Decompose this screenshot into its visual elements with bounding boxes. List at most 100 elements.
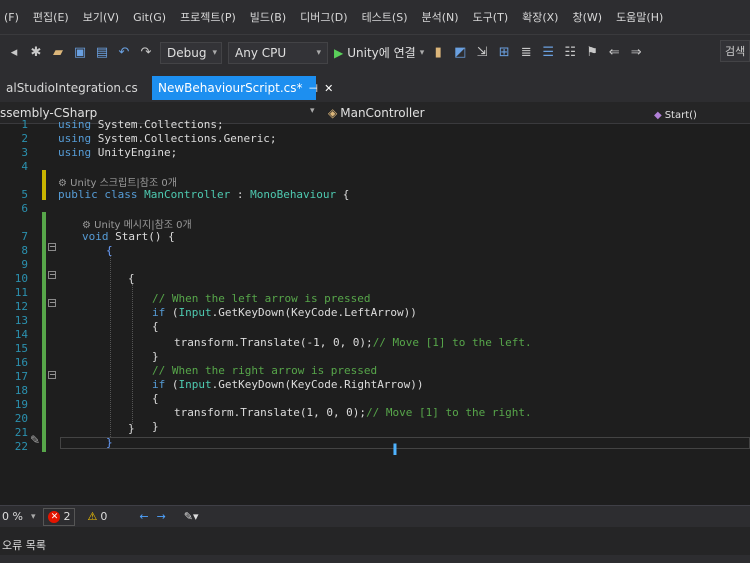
- nav-forward-icon[interactable]: →: [157, 510, 166, 523]
- menu-item[interactable]: 빌드(B): [250, 9, 286, 25]
- search-box[interactable]: 검색: [720, 40, 750, 62]
- keyword: if: [152, 306, 166, 319]
- class-dropdown[interactable]: ◈ ManController: [328, 104, 425, 122]
- hot-reload-icon[interactable]: ◩: [452, 45, 468, 61]
- code-text: (: [165, 306, 179, 319]
- menu-item[interactable]: 도움말(H): [616, 9, 663, 25]
- comment-icon[interactable]: ☰: [540, 45, 556, 61]
- tab-label: alStudioIntegration.cs: [6, 81, 138, 95]
- line-number: 13: [14, 314, 28, 327]
- colon: :: [230, 188, 251, 201]
- keyword: using: [58, 146, 92, 159]
- save-all-icon[interactable]: ▤: [94, 45, 110, 61]
- member-dropdown[interactable]: ◆ Start(): [654, 106, 697, 124]
- line-number: 3: [21, 146, 28, 159]
- undo-icon[interactable]: ↶: [116, 45, 132, 61]
- menu-item[interactable]: 도구(T): [473, 9, 509, 25]
- brace: {: [152, 320, 159, 333]
- keyword: if: [152, 378, 166, 391]
- brace: }: [152, 350, 159, 363]
- fold-toggle[interactable]: −: [48, 371, 56, 379]
- nav-back-icon[interactable]: ←: [139, 510, 148, 523]
- keyword: public: [58, 188, 98, 201]
- bookmark-icon[interactable]: ⚑: [584, 45, 600, 61]
- editor-status-bar: 0 % ▾ ✕ 2 ⚠ 0 ← → ✎▾: [0, 505, 750, 527]
- code-line-19: {: [152, 392, 159, 405]
- brace: }: [152, 420, 159, 433]
- tab-new-behaviour-script[interactable]: NewBehaviourScript.cs* ⊣ ✕: [152, 76, 333, 100]
- code-line-16: }: [152, 350, 159, 363]
- menu-item[interactable]: 보기(V): [83, 9, 119, 25]
- quick-action-icon[interactable]: ✎: [30, 433, 40, 447]
- change-marker: [42, 170, 46, 200]
- chevron-down-icon: ▾: [212, 47, 217, 58]
- close-icon[interactable]: ✕: [324, 82, 333, 95]
- code-line-21b: }: [128, 422, 135, 435]
- line-number: 10: [14, 272, 28, 285]
- warning-count: 0: [100, 510, 108, 523]
- error-icon: ✕: [48, 510, 61, 523]
- search-label: 검색: [725, 45, 746, 58]
- menu-item[interactable]: 테스트(S): [362, 9, 408, 25]
- code-line-20: transform.Translate(1, 0, 0);// Move [1]…: [174, 406, 532, 419]
- menu-item[interactable]: 분석(N): [422, 9, 459, 25]
- bookmark-prev-icon[interactable]: ⇐: [606, 45, 622, 61]
- brace: }: [128, 422, 135, 435]
- solution-explorer-icon[interactable]: ⊞: [496, 45, 512, 61]
- code-line-8: {: [106, 244, 113, 257]
- menu-item[interactable]: 디버그(D): [300, 9, 347, 25]
- error-count-badge[interactable]: ✕ 2: [43, 507, 76, 526]
- code-line-15: transform.Translate(-1, 0, 0);// Move [1…: [174, 336, 532, 349]
- menu-item[interactable]: 프로젝트(P): [180, 9, 236, 25]
- change-marker: [42, 212, 46, 452]
- fold-toggle[interactable]: −: [48, 271, 56, 279]
- uncomment-icon[interactable]: ☷: [562, 45, 578, 61]
- pin-icon[interactable]: ⊣: [309, 82, 319, 95]
- step-icon[interactable]: ⇲: [474, 45, 490, 61]
- comment: // When the right arrow is pressed: [152, 364, 378, 377]
- brace: {: [128, 272, 135, 285]
- tab-studio-integration[interactable]: alStudioIntegration.cs: [0, 76, 144, 100]
- comment: // Move [1] to the left.: [372, 336, 532, 349]
- tab-label: NewBehaviourScript.cs*: [158, 81, 303, 95]
- code-line-13: if (Input.GetKeyDown(KeyCode.LeftArrow)): [152, 306, 417, 319]
- config-value: Debug: [167, 45, 207, 60]
- platform-select[interactable]: Any CPU ▾: [228, 41, 328, 64]
- menu-item[interactable]: 창(W): [572, 9, 602, 25]
- nav-back-icon[interactable]: ◂: [6, 45, 22, 61]
- menu-item[interactable]: 편집(E): [33, 9, 69, 25]
- menu-item[interactable]: Git(G): [133, 11, 166, 24]
- new-project-icon[interactable]: ✱: [28, 45, 44, 61]
- config-select[interactable]: Debug ▾: [160, 41, 222, 64]
- code-editor[interactable]: 1 2 3 4 5 6 7 8 9 10 11 12 13 14 15 16 17 18 19 20 21 22 − − …: [0, 118, 750, 505]
- line-number: 8: [21, 244, 28, 257]
- code-line-5: public class ManController : MonoBehavio…: [58, 188, 349, 201]
- chevron-down-icon: ▾: [316, 47, 321, 58]
- menu-item[interactable]: (F): [4, 11, 19, 24]
- warning-count-badge[interactable]: ⚠ 0: [83, 509, 111, 525]
- redo-icon[interactable]: ↷: [138, 45, 154, 61]
- format-icon[interactable]: ≣: [518, 45, 534, 61]
- zoom-level[interactable]: 0 %: [2, 510, 23, 523]
- fold-toggle[interactable]: −: [48, 299, 56, 307]
- fold-toggle[interactable]: −: [48, 243, 56, 251]
- play-icon: ▶: [334, 45, 344, 60]
- menu-item[interactable]: 확장(X): [522, 9, 558, 25]
- document-tabs: alStudioIntegration.cs NewBehaviourScrip…: [0, 70, 750, 102]
- base-class: MonoBehaviour: [250, 188, 337, 201]
- codelens-method[interactable]: ⚙ Unity 메시지|참조 0개: [82, 216, 192, 231]
- quick-action-icon[interactable]: ✎▾: [184, 510, 199, 523]
- line-number: 17: [14, 370, 28, 383]
- class-name: Input: [178, 306, 212, 319]
- codelens-class[interactable]: ⚙ Unity 스크립트|참조 0개: [58, 174, 177, 189]
- open-folder-icon[interactable]: ▰: [50, 45, 66, 61]
- code-text: .GetKeyDown(KeyCode.LeftArrow)): [211, 306, 417, 319]
- debug-icon[interactable]: ▮: [430, 45, 446, 61]
- code-line-3: using UnityEngine;: [58, 146, 177, 159]
- bookmark-next-icon[interactable]: ⇒: [628, 45, 644, 61]
- save-icon[interactable]: ▣: [72, 45, 88, 61]
- code-line-17: // When the right arrow is pressed: [152, 364, 377, 377]
- line-number: 7: [21, 230, 28, 243]
- attach-unity-button[interactable]: ▶ Unity에 연결 ▾: [334, 44, 424, 61]
- line-number: 20: [14, 412, 28, 425]
